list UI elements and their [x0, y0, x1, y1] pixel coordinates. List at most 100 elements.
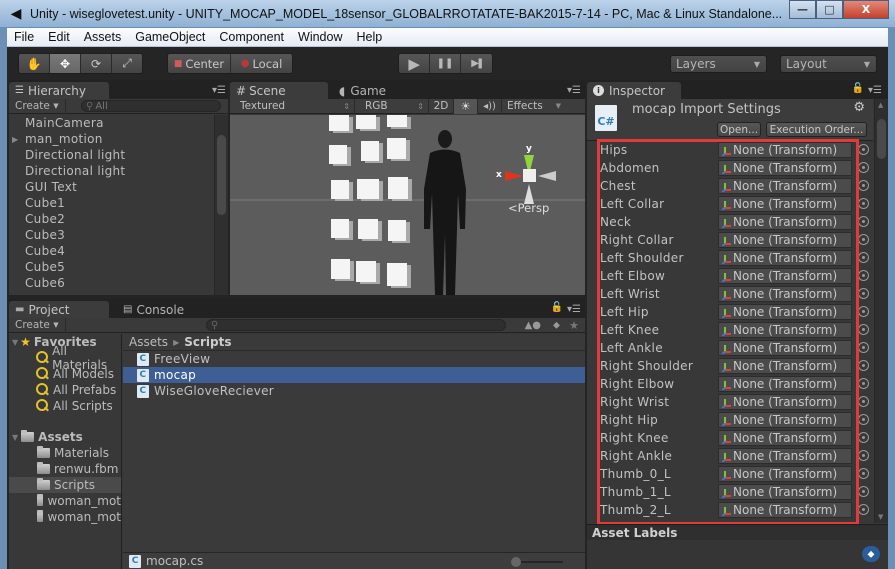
tab-project[interactable]: ▬ Project — [9, 301, 109, 318]
favorite-star-icon[interactable]: ★ — [569, 319, 579, 332]
rotate-tool-button[interactable]: ⟳ — [81, 54, 112, 73]
object-picker-icon[interactable] — [858, 342, 869, 353]
object-picker-icon[interactable] — [858, 468, 869, 479]
maximize-button[interactable]: □ — [816, 0, 843, 19]
tab-inspector[interactable]: i Inspector — [587, 82, 681, 99]
cube[interactable] — [356, 115, 376, 129]
create-dropdown[interactable]: Create ▼ — [9, 317, 66, 333]
object-picker-icon[interactable] — [858, 288, 869, 299]
panel-menu-icon[interactable]: ▾☰ — [212, 85, 226, 96]
pivot-mode-button[interactable]: ■ Center — [168, 54, 231, 73]
cube[interactable] — [358, 219, 378, 239]
breadcrumb-scripts[interactable]: Scripts — [184, 335, 231, 349]
2d-toggle[interactable]: 2D — [429, 98, 454, 114]
hierarchy-item[interactable]: Cube2 — [9, 211, 214, 227]
folder-item[interactable]: Materials — [9, 445, 121, 461]
folder-item[interactable]: woman_mot — [9, 493, 121, 509]
panel-menu-icon[interactable]: ▾☰ — [567, 304, 581, 315]
object-picker-icon[interactable] — [858, 360, 869, 371]
object-picker-icon[interactable] — [858, 306, 869, 317]
folder-item-selected[interactable]: Scripts — [9, 477, 121, 493]
file-item-selected[interactable]: Cmocap — [123, 367, 585, 383]
execution-order-button[interactable]: Execution Order... — [766, 122, 867, 137]
hierarchy-item[interactable]: Cube6 — [9, 275, 214, 291]
draw-mode-dropdown[interactable]: Textured ⇕ — [230, 98, 355, 114]
scale-tool-button[interactable]: ⤢ — [112, 54, 142, 73]
cube[interactable] — [388, 177, 408, 199]
hierarchy-search-input[interactable]: ⚲ All — [81, 100, 221, 112]
create-dropdown[interactable]: Create ▼ — [9, 98, 66, 114]
layers-dropdown[interactable]: Layers ▼ — [670, 55, 767, 73]
gear-icon[interactable]: ⚙ — [853, 100, 865, 115]
tab-console[interactable]: ▤ Console — [117, 301, 197, 318]
object-picker-icon[interactable] — [858, 414, 869, 425]
cube[interactable] — [331, 219, 349, 238]
menu-assets[interactable]: Assets — [77, 30, 129, 44]
tab-scene[interactable]: # Scene — [230, 82, 328, 99]
object-picker-icon[interactable] — [858, 324, 869, 335]
object-picker-icon[interactable] — [858, 234, 869, 245]
audio-toggle[interactable]: ◂)) — [478, 98, 502, 114]
cube[interactable] — [387, 263, 407, 286]
object-picker-icon[interactable] — [858, 432, 869, 443]
gizmo-x-axis[interactable] — [505, 171, 523, 181]
filter-type-icon[interactable]: ▲● — [525, 320, 541, 331]
gizmo-neg-x-axis[interactable] — [538, 171, 556, 181]
project-search-input[interactable]: ⚲ — [206, 319, 506, 331]
cube[interactable] — [356, 261, 376, 282]
cube[interactable] — [361, 141, 379, 161]
object-picker-icon[interactable] — [858, 486, 869, 497]
tab-game[interactable]: ◖ Game — [333, 82, 413, 99]
cube[interactable] — [329, 115, 349, 131]
menu-help[interactable]: Help — [349, 30, 389, 44]
object-picker-icon[interactable] — [858, 198, 869, 209]
object-picker-icon[interactable] — [858, 162, 869, 173]
hierarchy-item[interactable]: Cube4 — [9, 243, 214, 259]
menu-edit[interactable]: Edit — [41, 30, 77, 44]
zoom-slider-thumb[interactable] — [511, 557, 521, 567]
hierarchy-item[interactable]: GUI Text — [9, 179, 214, 195]
character-model[interactable] — [410, 129, 480, 295]
cube[interactable] — [357, 179, 379, 199]
cube[interactable] — [387, 138, 406, 159]
play-button[interactable]: ▶ — [399, 54, 431, 73]
object-picker-icon[interactable] — [858, 504, 869, 515]
pivot-rotation-button[interactable]: ● Local — [230, 54, 292, 73]
file-item[interactable]: C WiseGloveReciever — [123, 383, 585, 399]
effects-dropdown[interactable]: Effects ▼ — [502, 99, 565, 114]
favorite-item[interactable]: All Models — [9, 366, 121, 382]
object-picker-icon[interactable] — [858, 216, 869, 227]
cube[interactable] — [331, 180, 349, 199]
step-button[interactable]: ▶❚ — [460, 54, 492, 73]
expand-arrow-icon[interactable]: ▶ — [12, 135, 18, 144]
panel-menu-icon[interactable]: ▾☰ — [868, 85, 882, 96]
object-picker-icon[interactable] — [858, 144, 869, 155]
favorite-item[interactable]: All Scripts — [9, 398, 121, 414]
scrollbar-thumb[interactable] — [217, 135, 226, 215]
hierarchy-item[interactable]: Directional light — [9, 163, 214, 179]
gizmo-center[interactable] — [523, 169, 536, 182]
scroll-up-icon[interactable]: ▲ — [878, 101, 883, 109]
scrollbar-thumb[interactable] — [877, 119, 886, 159]
scene-viewport[interactable]: y x <Persp — [230, 115, 585, 295]
collapse-arrow-icon[interactable]: ▼ — [12, 433, 18, 442]
hierarchy-item[interactable]: ▶ man_motion — [9, 131, 214, 147]
menu-component[interactable]: Component — [212, 30, 291, 44]
assets-node[interactable]: ▼ Assets — [9, 429, 121, 445]
object-picker-icon[interactable] — [858, 252, 869, 263]
lock-icon[interactable]: 🔓 — [551, 302, 563, 313]
render-mode-dropdown[interactable]: RGB ⇕ — [355, 98, 429, 114]
hierarchy-item[interactable]: Cube3 — [9, 227, 214, 243]
hand-tool-button[interactable]: ✋ — [19, 54, 50, 73]
cube[interactable] — [331, 259, 350, 279]
hierarchy-item[interactable]: MainCamera — [9, 115, 214, 131]
object-picker-icon[interactable] — [858, 270, 869, 281]
menu-file[interactable]: File — [7, 30, 41, 44]
pause-button[interactable]: ❚❚ — [430, 54, 461, 73]
favorite-item[interactable]: All Materials — [9, 344, 121, 372]
projection-toggle[interactable]: <Persp — [508, 201, 549, 215]
panel-menu-icon[interactable]: ▾☰ — [567, 85, 581, 96]
object-picker-icon[interactable] — [858, 396, 869, 407]
tag-icon[interactable]: ⬥ — [862, 546, 880, 562]
cube[interactable] — [329, 145, 347, 164]
